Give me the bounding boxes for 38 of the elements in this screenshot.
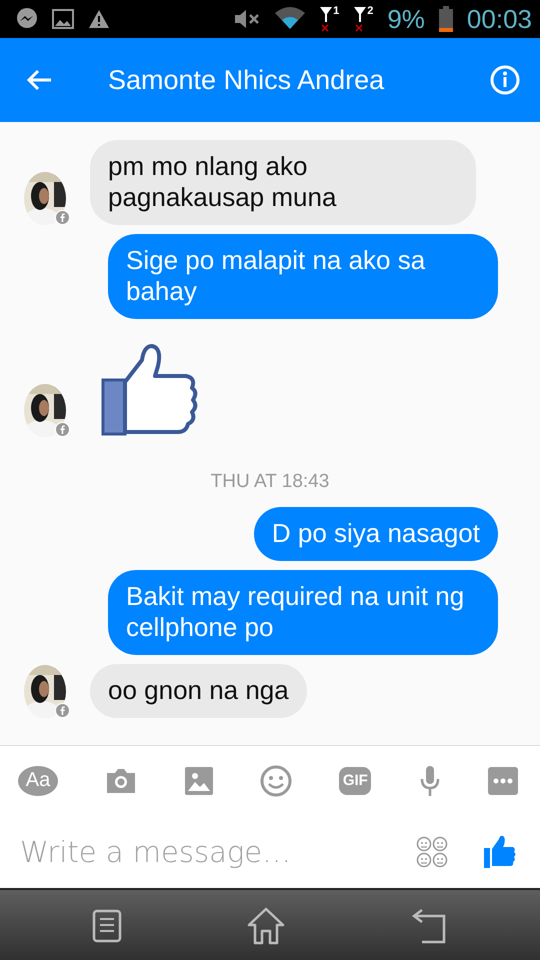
home-icon[interactable] (246, 907, 286, 945)
facebook-badge-icon (55, 422, 70, 437)
message-bubble: Bakit may required na unit ng cellphone po (108, 570, 498, 655)
message-bubble: Sige po malapit na ako sa bahay (108, 234, 498, 319)
warning-icon (88, 9, 110, 29)
battery-icon (438, 6, 453, 32)
back-icon[interactable] (410, 908, 448, 944)
timestamp: THU AT 18:43 (210, 471, 330, 493)
info-icon[interactable] (490, 65, 520, 95)
clock: 00:03 (466, 4, 532, 34)
message-input-field[interactable]: Write a message… (18, 834, 380, 870)
thumbs-up-icon (100, 342, 200, 437)
battery-percent: 9% (387, 4, 425, 34)
facebook-badge-icon (55, 210, 70, 225)
image-icon (52, 9, 74, 29)
back-arrow-icon[interactable] (26, 69, 52, 91)
gif-button[interactable]: GIF (339, 766, 372, 794)
conversation-title: Samonte Nhics Andrea (108, 64, 386, 96)
camera-icon[interactable] (105, 766, 138, 794)
text-format-button[interactable]: Aa (18, 766, 58, 796)
message-bubble: D po siya nasagot (254, 507, 498, 561)
signal-antenna-icon (353, 5, 368, 33)
muted-speaker-icon (233, 8, 262, 30)
facebook-badge-icon (55, 703, 70, 718)
message-bubble: pm mo nlang ako pagnakausap muna (90, 140, 476, 225)
microphone-icon[interactable] (418, 766, 441, 796)
messenger-icon (16, 8, 38, 30)
signal-antenna-icon (319, 5, 334, 33)
emoji-faces-icon[interactable] (416, 836, 448, 868)
sim-label: 1 (333, 5, 340, 17)
more-icon[interactable] (488, 766, 518, 794)
image-icon[interactable] (184, 766, 213, 794)
menu-icon[interactable] (92, 909, 122, 943)
message-bubble: oo gnon na nga (90, 664, 307, 718)
sim-label: 2 (367, 5, 374, 17)
thumbs-up-icon[interactable] (484, 834, 516, 868)
wifi-icon (275, 7, 306, 31)
smiley-icon[interactable] (260, 764, 292, 796)
